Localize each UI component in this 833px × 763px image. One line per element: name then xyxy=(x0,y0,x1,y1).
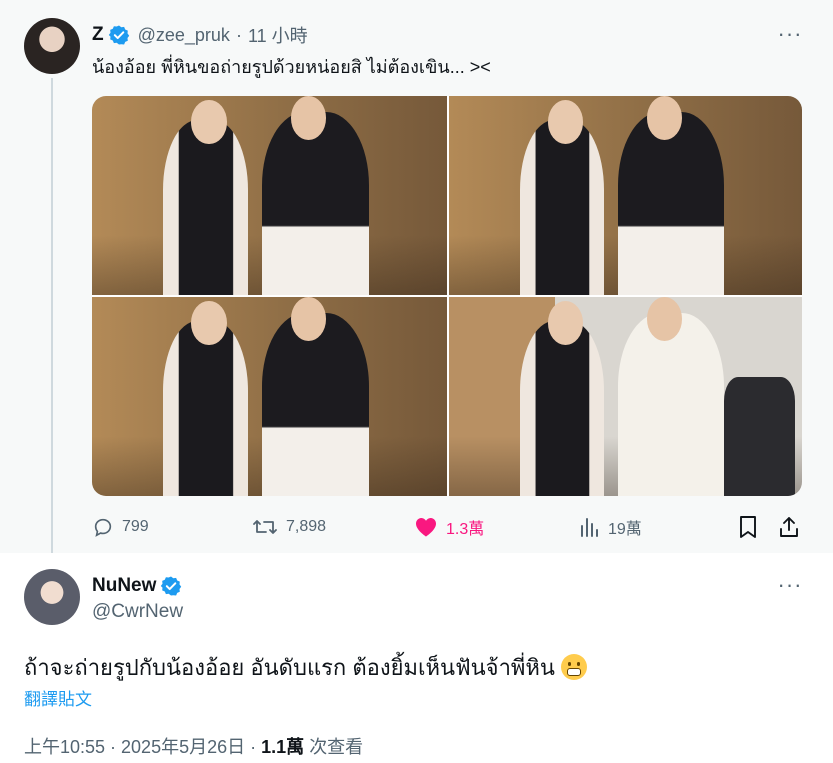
action-bar: 799 7,898 1.3萬 19萬 xyxy=(0,510,833,544)
timestamp[interactable]: 11 小時 xyxy=(248,22,308,48)
views-count: 19萬 xyxy=(608,521,642,538)
share-icon xyxy=(780,517,798,537)
tweet-text: น้องอ้อย พี่หินขอถ่ายรูปด้วยหน่อยสิ ไม่ต… xyxy=(92,57,491,77)
verified-badge-icon xyxy=(160,575,182,597)
views-icon xyxy=(581,518,598,537)
separator: · xyxy=(235,24,242,45)
photo-3[interactable] xyxy=(92,297,447,496)
media-grid xyxy=(92,96,802,496)
post-metadata: 上午10:55 · 2025年5月26日 · 1.1萬 次查看 xyxy=(24,733,363,759)
avatar[interactable] xyxy=(24,18,80,74)
parent-header: Z @zee_pruk · 11 小時 xyxy=(92,22,308,48)
reply-icon xyxy=(94,518,112,537)
repost-icon xyxy=(253,520,277,534)
photo-4[interactable] xyxy=(449,297,802,496)
more-options-icon[interactable]: ··· xyxy=(776,573,804,597)
like-button[interactable]: 1.3萬 xyxy=(414,510,484,544)
bookmark-icon xyxy=(740,516,756,538)
photo-2[interactable] xyxy=(449,96,802,295)
timestamp[interactable]: 上午10:55 · 2025年5月26日 · xyxy=(24,737,256,757)
translate-post-link[interactable]: 翻譯貼文 xyxy=(24,685,92,710)
tweet-text: ถ้าจะถ่ายรูปกับน้องอ้อย อันดับแรก ต้องยิ… xyxy=(24,655,555,680)
thread-line xyxy=(51,78,53,566)
repost-button[interactable]: 7,898 xyxy=(252,510,326,544)
views-button[interactable]: 19萬 xyxy=(578,510,642,544)
verified-badge-icon xyxy=(108,24,130,46)
reply-text-container: ถ้าจะถ่ายรูปกับน้องอ้อย อันดับแรก ต้องยิ… xyxy=(24,650,587,685)
photo-1[interactable] xyxy=(92,96,447,295)
share-button[interactable] xyxy=(778,510,808,544)
reply-header: NuNew xyxy=(92,573,182,599)
display-name[interactable]: NuNew xyxy=(92,575,156,597)
view-count: 1.1萬 xyxy=(261,737,305,757)
reply-count: 799 xyxy=(122,518,149,535)
grimacing-face-emoji xyxy=(560,654,587,680)
like-count: 1.3萬 xyxy=(446,521,485,538)
more-options-icon[interactable]: ··· xyxy=(776,22,804,46)
avatar[interactable] xyxy=(24,569,80,625)
heart-icon xyxy=(416,518,436,537)
view-label: 次查看 xyxy=(309,737,364,757)
handle[interactable]: @CwrNew xyxy=(92,601,183,623)
reply-button[interactable]: 799 xyxy=(92,510,149,544)
bookmark-button[interactable] xyxy=(738,510,766,544)
repost-count: 7,898 xyxy=(286,518,327,535)
handle[interactable]: @zee_pruk xyxy=(138,25,230,46)
display-name[interactable]: Z xyxy=(92,24,104,46)
